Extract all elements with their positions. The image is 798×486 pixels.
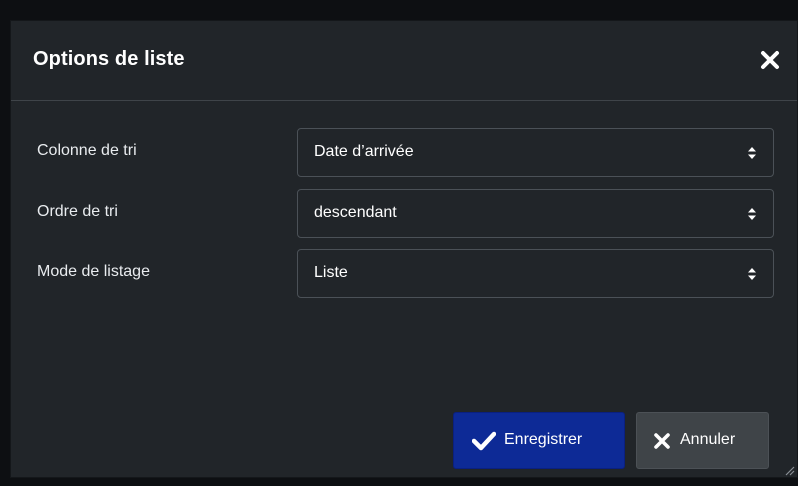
save-button-label: Enregistrer [504,431,583,448]
list-mode-value: Liste [314,264,348,281]
sort-column-label: Colonne de tri [37,142,137,159]
list-mode-select[interactable]: Liste [297,249,774,298]
cancel-button[interactable]: Annuler [636,412,769,469]
close-icon [761,51,779,69]
list-options-dialog: Options de liste Colonne de tri Date d’a… [10,20,798,478]
sort-order-label: Ordre de tri [37,203,118,220]
sort-column-value: Date d’arrivée [314,143,414,160]
cancel-button-label: Annuler [680,431,736,448]
dialog-title: Options de liste [33,48,185,70]
sort-order-select[interactable]: descendant [297,189,774,238]
sort-arrows-icon [747,207,757,221]
sort-order-value: descendant [314,204,397,221]
list-mode-label: Mode de listage [37,263,150,280]
sort-arrows-icon [747,267,757,281]
resize-grip-icon[interactable] [783,463,795,476]
form-row-list-mode: Mode de listage Liste [11,249,797,299]
check-icon [471,431,497,456]
close-icon [653,432,671,455]
close-button[interactable] [757,47,783,73]
save-button[interactable]: Enregistrer [453,412,625,469]
sort-column-select[interactable]: Date d’arrivée [297,128,774,177]
form-row-sort-column: Colonne de tri Date d’arrivée [11,128,797,178]
dialog-header: Options de liste [11,21,797,101]
form-row-sort-order: Ordre de tri descendant [11,189,797,239]
sort-arrows-icon [747,146,757,160]
